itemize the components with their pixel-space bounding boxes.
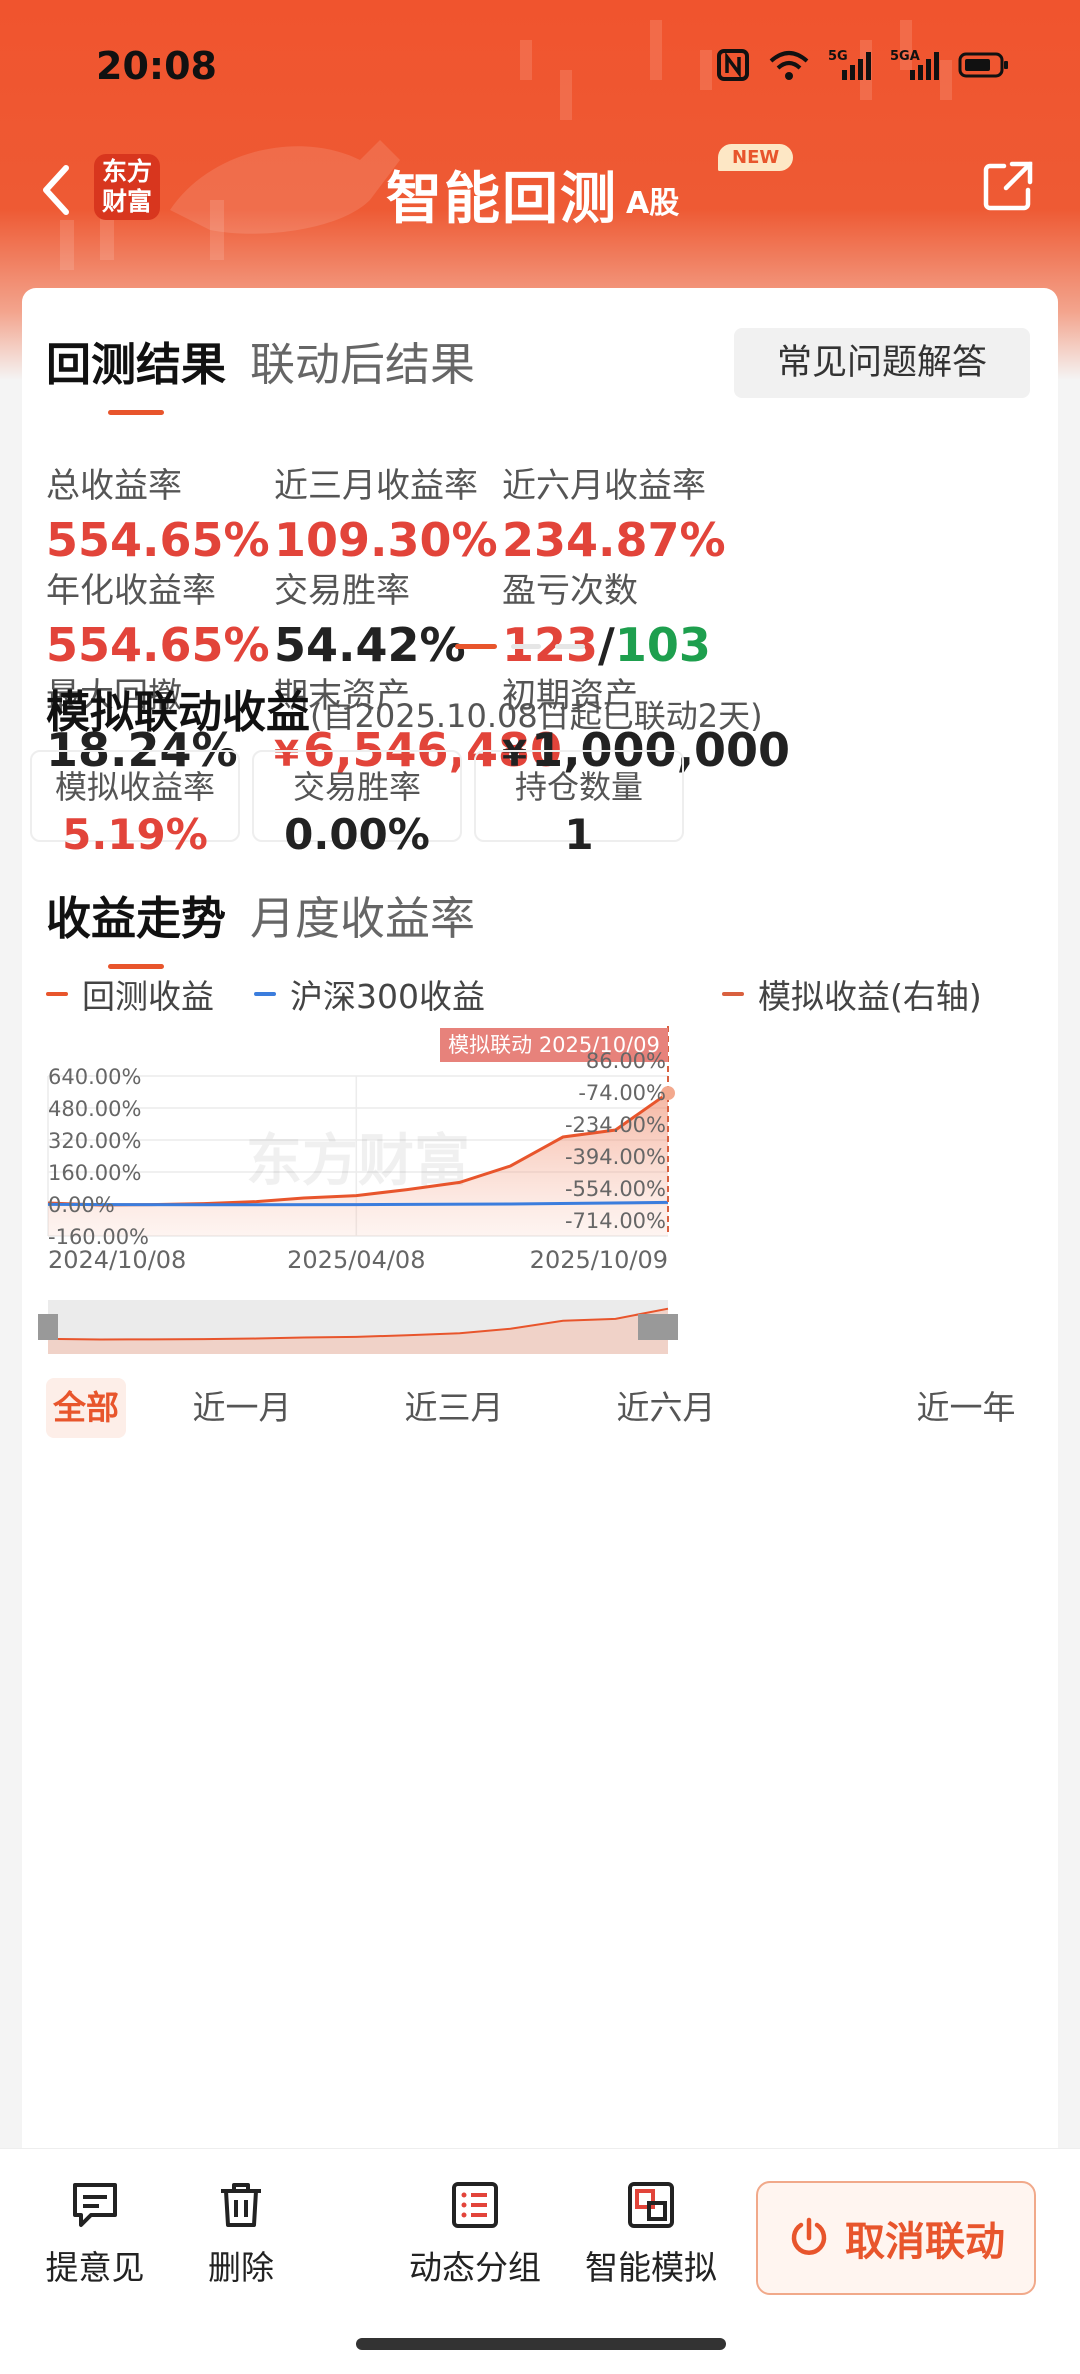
legend-sim[interactable]: 模拟收益(右轴)	[722, 970, 982, 1018]
y-right-tick-label: -554.00%	[565, 1177, 666, 1201]
dynamic-group-button[interactable]: 动态分组	[400, 2179, 550, 2289]
cancel-link-button[interactable]: 取消联动	[756, 2181, 1036, 2295]
status-time: 20:08	[96, 44, 217, 88]
new-badge: NEW	[718, 144, 793, 171]
page-dot	[511, 644, 541, 649]
navigator-handle-right[interactable]	[638, 1314, 678, 1340]
home-indicator	[356, 2338, 726, 2350]
legend-hs300[interactable]: 沪深300收益	[254, 970, 485, 1018]
tab-linked-result[interactable]: 联动后结果	[250, 338, 475, 391]
back-icon[interactable]	[34, 160, 78, 220]
x-tick-label: 2025/10/09	[530, 1246, 668, 1274]
page-dot-active	[455, 644, 497, 649]
y-left-tick-label: 480.00%	[48, 1097, 141, 1121]
result-tabs: 回测结果联动后结果	[46, 328, 475, 393]
return-chart[interactable]: 东方财富模拟联动 2025/10/09640.00%480.00%320.00%…	[22, 1018, 1058, 1368]
faq-button[interactable]: 常见问题解答	[734, 328, 1030, 398]
battery-icon	[958, 50, 1010, 80]
signal-5g-icon: 5G	[828, 48, 872, 82]
range-3m[interactable]: 近三月	[384, 1378, 524, 1438]
tab-monthly-return[interactable]: 月度收益率	[250, 892, 475, 945]
signal-5ga-icon: 5GA	[890, 48, 940, 82]
feedback-button[interactable]: 提意见	[40, 2179, 150, 2289]
sim-section-subtitle: (自2025.10.08日起已联动2天)	[310, 697, 763, 735]
y-right-tick-label: -714.00%	[565, 1209, 666, 1233]
metric-win-loss-count: 盈亏次数 123/103	[502, 563, 832, 672]
delete-button[interactable]: 删除	[196, 2179, 286, 2289]
tab-backtest-result[interactable]: 回测结果	[46, 338, 226, 391]
chart-tabs: 收益走势月度收益率	[46, 882, 475, 947]
tab-return-trend[interactable]: 收益走势	[46, 892, 226, 945]
sim-section-title: 模拟联动收益(自2025.10.08日起已联动2天)	[46, 676, 763, 740]
tab-indicator	[108, 410, 164, 415]
y-right-tick-label: -74.00%	[578, 1081, 666, 1105]
list-icon	[449, 2179, 501, 2231]
navigator-handle-left[interactable]	[38, 1314, 58, 1340]
nav-bar: 东方财富 智能回测 A股 NEW	[0, 140, 1080, 240]
page-dot	[555, 644, 585, 649]
range-6m[interactable]: 近六月	[596, 1378, 736, 1438]
power-icon	[787, 2216, 831, 2260]
eastmoney-logo: 东方财富	[94, 154, 160, 220]
svg-text:5G: 5G	[828, 49, 848, 64]
legend-backtest[interactable]: 回测收益	[46, 970, 214, 1018]
y-left-tick-label: 0.00%	[48, 1193, 115, 1217]
sim-win-rate-box: 交易胜率 0.00%	[252, 750, 462, 842]
y-left-tick-label: 320.00%	[48, 1129, 141, 1153]
wifi-icon	[768, 49, 810, 81]
y-right-tick-label: 86.00%	[586, 1049, 666, 1073]
share-icon[interactable]	[980, 158, 1036, 214]
range-1y[interactable]: 近一年	[886, 1378, 1046, 1438]
sim-positions-box: 持仓数量 1	[474, 750, 684, 842]
y-left-tick-label: 160.00%	[48, 1161, 141, 1185]
smart-sim-button[interactable]: 智能模拟	[576, 2179, 726, 2289]
tab-indicator	[108, 964, 164, 969]
market-label: A股	[626, 178, 679, 222]
simulate-icon	[625, 2179, 677, 2231]
sim-return-box: 模拟收益率 5.19%	[30, 750, 240, 842]
range-all[interactable]: 全部	[46, 1378, 126, 1438]
y-right-tick-label: -234.00%	[565, 1113, 666, 1137]
page-title: 智能回测	[386, 154, 618, 235]
svg-text:5GA: 5GA	[890, 49, 920, 64]
x-tick-label: 2024/10/08	[48, 1246, 186, 1274]
x-tick-label: 2025/04/08	[287, 1246, 425, 1274]
content-card: 回测结果联动后结果 常见问题解答 总收益率 554.65% 近三月收益率 109…	[22, 288, 1058, 2168]
trash-icon	[215, 2179, 267, 2231]
nfc-icon	[716, 48, 750, 82]
feedback-icon	[69, 2179, 121, 2231]
range-1m[interactable]: 近一月	[172, 1378, 312, 1438]
y-left-tick-label: 640.00%	[48, 1065, 141, 1089]
range-selector: 全部 近一月 近三月 近六月 近一年	[46, 1378, 1046, 1438]
loss-count: 103	[615, 618, 711, 672]
status-bar: 20:08 5G 5GA	[0, 0, 1080, 140]
y-right-tick-label: -394.00%	[565, 1145, 666, 1169]
metric-6m-return: 近六月收益率 234.87%	[502, 458, 832, 567]
status-icons: 5G 5GA	[716, 48, 1010, 82]
